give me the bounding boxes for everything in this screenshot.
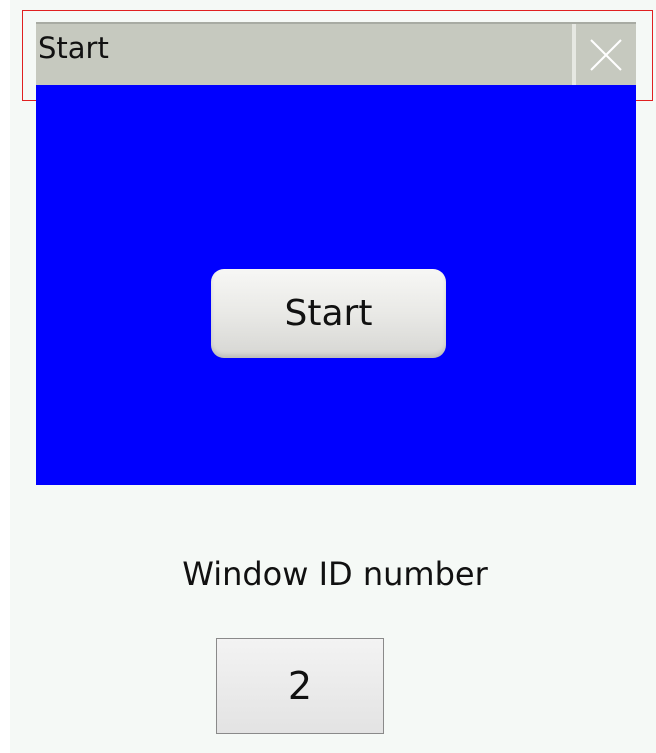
window-id-value: 2 bbox=[216, 638, 384, 734]
content-panel: Start bbox=[36, 85, 636, 485]
window-id-label: Window ID number bbox=[182, 555, 488, 593]
title-bar: Start bbox=[36, 22, 636, 85]
close-button[interactable] bbox=[572, 24, 636, 85]
app-screen: Start Start Window ID number 2 bbox=[0, 0, 656, 753]
close-icon bbox=[590, 38, 622, 71]
left-gutter bbox=[0, 0, 10, 753]
window-title: Start bbox=[38, 31, 109, 65]
start-button[interactable]: Start bbox=[211, 269, 446, 358]
